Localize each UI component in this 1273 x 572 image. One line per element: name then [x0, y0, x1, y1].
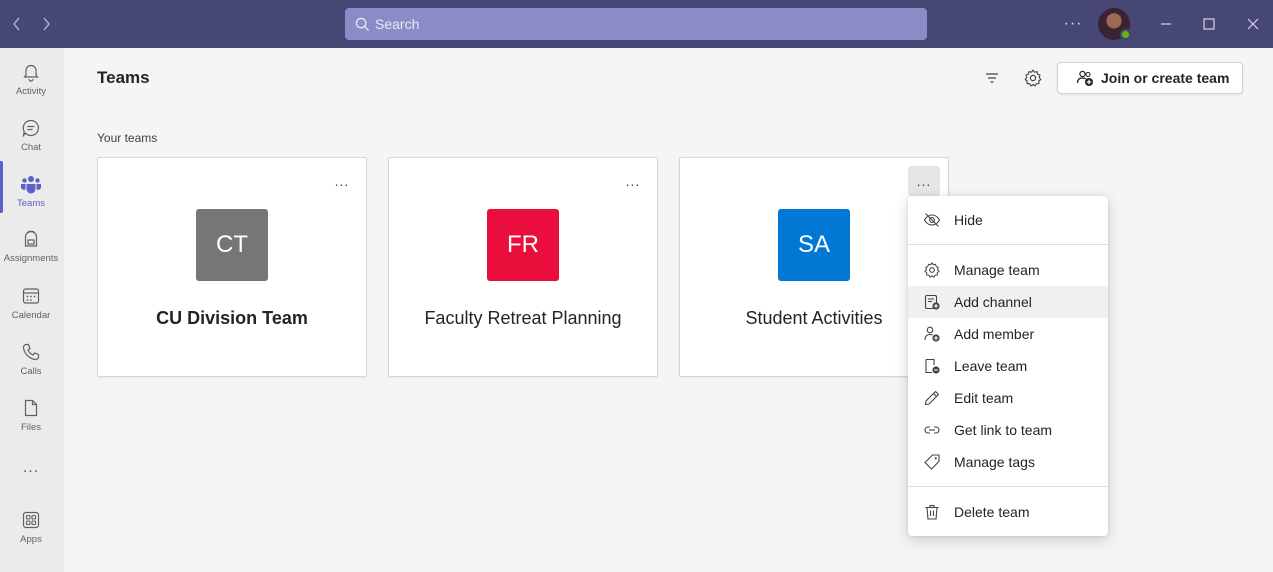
menu-item-get-link[interactable]: Get link to team — [908, 414, 1108, 446]
team-context-menu: Hide Manage team Add channel Add member … — [908, 196, 1108, 536]
menu-item-add-member[interactable]: Add member — [908, 318, 1108, 350]
teams-icon — [19, 172, 43, 196]
team-card-cu-division[interactable]: ... CT CU Division Team — [97, 157, 367, 377]
add-channel-icon — [922, 292, 942, 312]
rail-label: Teams — [17, 198, 45, 209]
back-arrow-icon[interactable] — [7, 14, 27, 34]
menu-item-label: Manage team — [954, 262, 1040, 278]
rail-label: Files — [20, 422, 42, 433]
gear-icon[interactable] — [1022, 67, 1044, 89]
chat-icon — [19, 116, 43, 140]
card-more-button[interactable]: ... — [908, 166, 940, 196]
rail-label: Calls — [20, 366, 42, 377]
leave-team-icon — [922, 356, 942, 376]
title-bar: Search ··· — [0, 0, 1273, 48]
pencil-icon — [922, 388, 942, 408]
add-people-icon — [1076, 69, 1094, 87]
join-or-create-team-button[interactable]: Join or create team — [1057, 62, 1243, 94]
menu-item-label: Edit team — [954, 390, 1014, 406]
search-placeholder: Search — [375, 16, 420, 32]
menu-divider — [908, 244, 1108, 245]
menu-item-label: Manage tags — [954, 454, 1035, 470]
tag-icon — [922, 452, 942, 472]
menu-divider — [908, 486, 1108, 487]
more-options-icon[interactable]: ··· — [1062, 12, 1084, 36]
card-more-button[interactable]: ... — [326, 166, 358, 196]
menu-item-hide[interactable]: Hide — [908, 204, 1108, 236]
eye-off-icon — [922, 210, 942, 230]
team-avatar: CT — [196, 209, 268, 281]
maximize-icon[interactable] — [1197, 12, 1221, 36]
menu-item-label: Leave team — [954, 358, 1028, 374]
rail-item-teams[interactable]: Teams — [0, 166, 62, 218]
card-more-button[interactable]: ... — [617, 166, 649, 196]
menu-item-manage-team[interactable]: Manage team — [908, 254, 1108, 286]
menu-item-leave-team[interactable]: Leave team — [908, 350, 1108, 382]
rail-item-activity[interactable]: Activity — [0, 54, 62, 106]
rail-item-calls[interactable]: Calls — [0, 334, 62, 386]
search-input[interactable]: Search — [345, 8, 927, 40]
rail-item-chat[interactable]: Chat — [0, 110, 62, 162]
team-avatar: SA — [778, 209, 850, 281]
rail-more-button[interactable]: ... — [0, 453, 62, 483]
menu-item-delete-team[interactable]: Delete team — [908, 496, 1108, 528]
team-avatar: FR — [487, 209, 559, 281]
menu-item-label: Delete team — [954, 504, 1030, 520]
minimize-icon[interactable] — [1154, 12, 1178, 36]
forward-arrow-icon[interactable] — [36, 14, 56, 34]
rail-item-files[interactable]: Files — [0, 390, 62, 442]
file-icon — [19, 396, 43, 420]
menu-item-label: Add member — [954, 326, 1035, 342]
menu-item-edit-team[interactable]: Edit team — [908, 382, 1108, 414]
section-heading: Your teams — [97, 131, 158, 145]
team-name: Faculty Retreat Planning — [424, 308, 622, 328]
close-icon[interactable] — [1241, 12, 1265, 36]
page-title: Teams — [97, 68, 150, 87]
link-icon — [922, 420, 942, 440]
trash-icon — [922, 502, 942, 522]
bell-icon — [19, 60, 43, 84]
menu-item-label: Get link to team — [954, 422, 1053, 438]
menu-item-label: Hide — [954, 212, 983, 228]
apps-icon — [19, 508, 43, 532]
menu-item-label: Add channel — [954, 294, 1032, 310]
team-name: CU Division Team — [156, 308, 308, 328]
add-member-icon — [922, 324, 942, 344]
search-icon — [354, 16, 370, 32]
rail-item-assignments[interactable]: Assignments — [0, 221, 62, 273]
presence-status-icon — [1120, 29, 1131, 40]
rail-label: Apps — [20, 534, 42, 545]
rail-label: Calendar — [11, 310, 51, 321]
calendar-icon — [19, 284, 43, 308]
gear-icon — [922, 260, 942, 280]
rail-item-apps[interactable]: Apps — [0, 502, 62, 554]
rail-item-calendar[interactable]: Calendar — [0, 278, 62, 330]
phone-icon — [19, 340, 43, 364]
join-button-label: Join or create team — [1101, 70, 1230, 86]
backpack-icon — [19, 227, 43, 251]
rail-label: Assignments — [3, 253, 59, 264]
filter-icon[interactable] — [982, 68, 1002, 88]
rail-label: Activity — [15, 86, 47, 97]
app-rail: Activity Chat Teams Assignments Calendar… — [0, 48, 64, 572]
rail-label: Chat — [20, 142, 42, 153]
team-card-faculty-retreat[interactable]: ... FR Faculty Retreat Planning — [388, 157, 658, 377]
menu-item-add-channel[interactable]: Add channel — [908, 286, 1108, 318]
menu-item-manage-tags[interactable]: Manage tags — [908, 446, 1108, 478]
